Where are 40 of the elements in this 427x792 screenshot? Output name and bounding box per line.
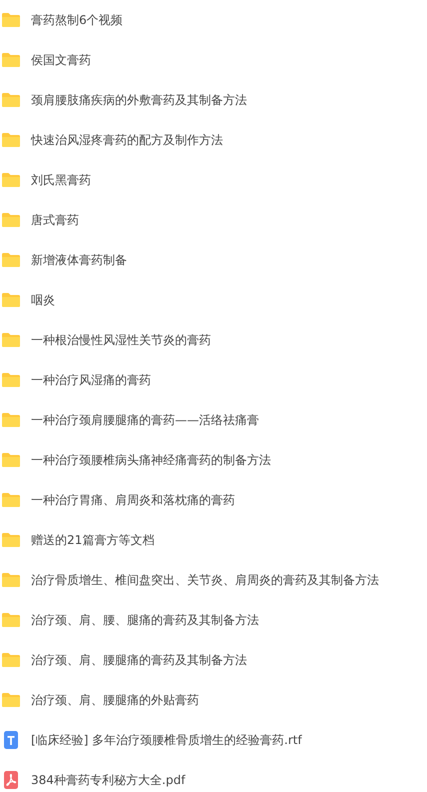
folder-icon (1, 12, 21, 28)
file-name[interactable]: 唐式膏药 (31, 211, 79, 229)
file-name[interactable]: 膏药熬制6个视频 (31, 11, 123, 29)
file-name[interactable]: 治疗颈、肩、腰、腿痛的膏药及其制备方法 (31, 611, 259, 629)
folder-icon (1, 172, 21, 188)
file-name[interactable]: 咽炎 (31, 291, 55, 309)
folder-icon (1, 132, 21, 148)
folder-icon (1, 332, 21, 348)
file-name[interactable]: 新增液体膏药制备 (31, 251, 127, 269)
folder-icon (1, 212, 21, 228)
folder-icon (1, 92, 21, 108)
folder-icon (1, 252, 21, 268)
file-name[interactable]: [临床经验] 多年治疗颈腰椎骨质增生的经验膏药.rtf (31, 731, 302, 749)
folder-icon (1, 292, 21, 308)
file-name[interactable]: 侯国文膏药 (31, 51, 91, 69)
folder-icon (1, 492, 21, 508)
file-name[interactable]: 一种治疗颈肩腰腿痛的膏药——活络祛痛膏 (31, 411, 259, 429)
folder-icon (1, 532, 21, 548)
document-icon (1, 730, 21, 750)
folder-icon (1, 452, 21, 468)
folder-icon (1, 612, 21, 628)
file-name[interactable]: 快速治风湿疼膏药的配方及制作方法 (31, 131, 223, 149)
file-name[interactable]: 384种膏药专利秘方大全.pdf (31, 771, 186, 789)
folder-icon (1, 572, 21, 588)
file-name[interactable]: 一种治疗胃痛、肩周炎和落枕痛的膏药 (31, 491, 235, 509)
pdf-icon (1, 770, 21, 790)
file-name[interactable]: 一种治疗颈腰椎病头痛神经痛膏药的制备方法 (31, 451, 271, 469)
file-name[interactable]: 赠送的21篇膏方等文档 (31, 531, 154, 549)
folder-icon (1, 692, 21, 708)
folder-icon (1, 412, 21, 428)
file-name[interactable]: 一种治疗风湿痛的膏药 (31, 371, 151, 389)
file-name[interactable]: 治疗颈、肩、腰腿痛的外贴膏药 (31, 691, 199, 709)
folder-icon (1, 652, 21, 668)
file-name[interactable]: 一种根治慢性风湿性关节炎的膏药 (31, 331, 211, 349)
folder-icon (1, 372, 21, 388)
folder-icon (1, 52, 21, 68)
file-name[interactable]: 颈肩腰肢痛疾病的外敷膏药及其制备方法 (31, 91, 247, 109)
file-name[interactable]: 治疗骨质增生、椎间盘突出、关节炎、肩周炎的膏药及其制备方法 (31, 571, 379, 589)
file-name[interactable]: 刘氏黑膏药 (31, 171, 91, 189)
file-name[interactable]: 治疗颈、肩、腰腿痛的膏药及其制备方法 (31, 651, 247, 669)
